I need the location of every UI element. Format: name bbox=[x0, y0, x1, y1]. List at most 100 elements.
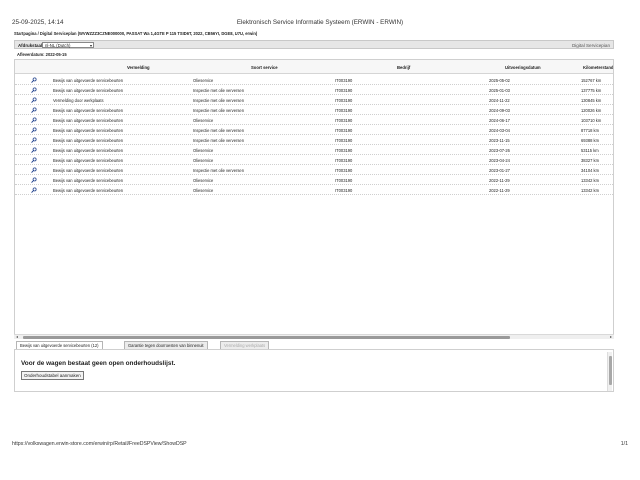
magnifier-icon[interactable] bbox=[31, 77, 37, 83]
tab-rust-warranty[interactable]: Garantie tegen doorroesten van binnenuit bbox=[124, 341, 208, 349]
cell-vermelding: Vermelding door werkplaats bbox=[53, 98, 104, 103]
language-select[interactable]: nl-NL (Dutch) ▾ bbox=[42, 42, 94, 48]
table-row[interactable]: Bewijs van uitgevoerde servicebeurten Oli… bbox=[15, 175, 613, 185]
magnifier-icon[interactable] bbox=[31, 97, 37, 103]
cell-bedrijf: IT003190 bbox=[335, 158, 353, 163]
magnifier-icon[interactable] bbox=[31, 107, 37, 113]
cell-soort-service: Olieservice bbox=[193, 118, 214, 123]
cell-uitvoeringsdatum: 2022-11-29 bbox=[489, 178, 510, 183]
cell-bedrijf: IT003190 bbox=[335, 148, 353, 153]
cell-bedrijf: IT003190 bbox=[335, 168, 353, 173]
cell-soort-service: Olieservice bbox=[193, 78, 214, 83]
cell-vermelding: Bewijs van uitgevoerde servicebeurten bbox=[53, 188, 124, 193]
magnifier-icon[interactable] bbox=[31, 87, 37, 93]
cell-vermelding: Bewijs van uitgevoerde servicebeurten bbox=[53, 168, 124, 173]
delivery-date: Afleverdatum: 2022-05-15 bbox=[17, 52, 67, 57]
service-table: Vermelding Soort service Bedrijf Uitvoer… bbox=[14, 59, 614, 335]
breadcrumb[interactable]: Startpagina / Digital Serviceplan (WVWZZ… bbox=[14, 31, 257, 36]
cell-soort-service: Inspectie met olie verversen bbox=[193, 138, 244, 143]
vertical-scrollbar[interactable] bbox=[607, 352, 612, 391]
cell-kilometerstand: 137775 km bbox=[581, 88, 602, 93]
cell-uitvoeringsdatum: 2023-07-26 bbox=[489, 148, 510, 153]
cell-uitvoeringsdatum: 2024-06-17 bbox=[489, 118, 510, 123]
cell-soort-service: Inspectie met olie verversen bbox=[193, 98, 244, 103]
cell-kilometerstand: 38327 km bbox=[581, 158, 599, 163]
cell-uitvoeringsdatum: 2023-01-27 bbox=[489, 168, 510, 173]
cell-soort-service: Inspectie met olie verversen bbox=[193, 168, 244, 173]
language-select-value: nl-NL (Dutch) bbox=[45, 43, 71, 48]
page-title: Digital Servicepian bbox=[571, 42, 610, 48]
column-header-bedrijf[interactable]: Bedrijf bbox=[397, 65, 410, 70]
cell-bedrijf: IT003190 bbox=[335, 88, 353, 93]
cell-soort-service: Olieservice bbox=[193, 188, 214, 193]
magnifier-icon[interactable] bbox=[31, 157, 37, 163]
cell-vermelding: Bewijs van uitgevoerde servicebeurten bbox=[53, 88, 124, 93]
column-header-kilometerstand[interactable]: Kilometerstand bbox=[583, 65, 613, 70]
cell-uitvoeringsdatum: 2025-05-02 bbox=[489, 78, 510, 83]
cell-bedrijf: IT003190 bbox=[335, 108, 353, 113]
table-row[interactable]: Bewijs van uitgevoerde servicebeurten Ins… bbox=[15, 85, 613, 95]
column-header-uitvoeringsdatum[interactable]: Uitvoeringsdatum bbox=[505, 65, 541, 70]
magnifier-icon[interactable] bbox=[31, 127, 37, 133]
cell-kilometerstand: 152767 km bbox=[581, 78, 602, 83]
magnifier-icon[interactable] bbox=[31, 167, 37, 173]
cell-uitvoeringsdatum: 2023-11-15 bbox=[489, 138, 510, 143]
table-row[interactable]: Vermelding door werkplaats Inspectie met … bbox=[15, 95, 613, 105]
cell-bedrijf: IT003190 bbox=[335, 138, 353, 143]
horizontal-scrollbar[interactable]: ◂ ▸ bbox=[14, 334, 614, 339]
cell-soort-service: Inspectie met olie verversen bbox=[193, 108, 244, 113]
chevron-down-icon[interactable]: ▾ bbox=[90, 43, 92, 48]
magnifier-icon[interactable] bbox=[31, 117, 37, 123]
table-row[interactable]: Bewijs van uitgevoerde servicebeurten Oli… bbox=[15, 115, 613, 125]
table-row[interactable]: Bewijs van uitgevoerde servicebeurten Ins… bbox=[15, 125, 613, 135]
table-row[interactable]: Bewijs van uitgevoerde servicebeurten Oli… bbox=[15, 145, 613, 155]
cell-bedrijf: IT003190 bbox=[335, 78, 353, 83]
scrollbar-thumb[interactable] bbox=[23, 336, 510, 339]
maintenance-panel: Voor de wagen bestaat geen open onderhou… bbox=[14, 349, 614, 392]
table-row[interactable]: Bewijs van uitgevoerde servicebeurten Oli… bbox=[15, 185, 613, 195]
table-row[interactable]: Bewijs van uitgevoerde servicebeurten Oli… bbox=[15, 75, 613, 85]
cell-soort-service: Inspectie met olie verversen bbox=[193, 128, 244, 133]
cell-uitvoeringsdatum: 2025-01-03 bbox=[489, 88, 510, 93]
toolbar: Afdrukstaal: nl-NL (Dutch) ▾ Digital Ser… bbox=[14, 40, 614, 49]
magnifier-icon[interactable] bbox=[31, 177, 37, 183]
table-row[interactable]: Bewijs van uitgevoerde servicebeurten Ins… bbox=[15, 165, 613, 175]
table-header: Vermelding Soort service Bedrijf Uitvoer… bbox=[15, 60, 613, 74]
tab-workshop-note[interactable]: Vermelding werkplaats bbox=[220, 341, 270, 349]
cell-kilometerstand: 53115 km bbox=[581, 148, 599, 153]
table-row[interactable]: Bewijs van uitgevoerde servicebeurten Ins… bbox=[15, 135, 613, 145]
scroll-right-icon[interactable]: ▸ bbox=[610, 334, 612, 339]
cell-soort-service: Olieservice bbox=[193, 148, 214, 153]
tab-service-proof[interactable]: Bewijs van uitgevoerde servicebeurten (1… bbox=[16, 341, 103, 349]
cell-vermelding: Bewijs van uitgevoerde servicebeurten bbox=[53, 178, 124, 183]
cell-vermelding: Bewijs van uitgevoerde servicebeurten bbox=[53, 148, 124, 153]
cell-vermelding: Bewijs van uitgevoerde servicebeurten bbox=[53, 108, 124, 113]
cell-kilometerstand: 120026 km bbox=[581, 108, 602, 113]
no-maintenance-message: Voor de wagen bestaat geen open onderhou… bbox=[21, 360, 176, 367]
scrollbar-thumb[interactable] bbox=[609, 356, 612, 385]
cell-kilometerstand: 103710 km bbox=[581, 118, 602, 123]
page-url: https://volkswagen.erwin-store.com/erwin… bbox=[12, 441, 187, 447]
column-header-vermelding[interactable]: Vermelding bbox=[127, 65, 150, 70]
cell-vermelding: Bewijs van uitgevoerde servicebeurten bbox=[53, 78, 124, 83]
magnifier-icon[interactable] bbox=[31, 147, 37, 153]
table-row[interactable]: Bewijs van uitgevoerde servicebeurten Ins… bbox=[15, 105, 613, 115]
magnifier-icon[interactable] bbox=[31, 187, 37, 193]
page-number: 1/1 bbox=[620, 441, 628, 447]
magnifier-icon[interactable] bbox=[31, 137, 37, 143]
cell-bedrijf: IT003190 bbox=[335, 128, 353, 133]
cell-kilometerstand: 34104 km bbox=[581, 168, 599, 173]
cell-soort-service: Inspectie met olie verversen bbox=[193, 88, 244, 93]
table-row[interactable]: Bewijs van uitgevoerde servicebeurten Oli… bbox=[15, 155, 613, 165]
cell-kilometerstand: 87718 km bbox=[581, 128, 599, 133]
cell-uitvoeringsdatum: 2022-11-29 bbox=[489, 188, 510, 193]
cell-kilometerstand: 13342 km bbox=[581, 188, 599, 193]
cell-bedrijf: IT003190 bbox=[335, 188, 353, 193]
application-frame: Startpagina / Digital Serviceplan (WVWZZ… bbox=[14, 30, 614, 392]
cell-kilometerstand: 13342 km bbox=[581, 178, 599, 183]
cell-bedrijf: IT003190 bbox=[335, 178, 353, 183]
scroll-left-icon[interactable]: ◂ bbox=[16, 334, 18, 339]
create-maintenance-table-button[interactable]: Onderhoudstabel aanmaken bbox=[21, 371, 84, 380]
column-header-soort-service[interactable]: Soort service bbox=[251, 65, 278, 70]
language-label: Afdrukstaal: bbox=[18, 42, 44, 48]
